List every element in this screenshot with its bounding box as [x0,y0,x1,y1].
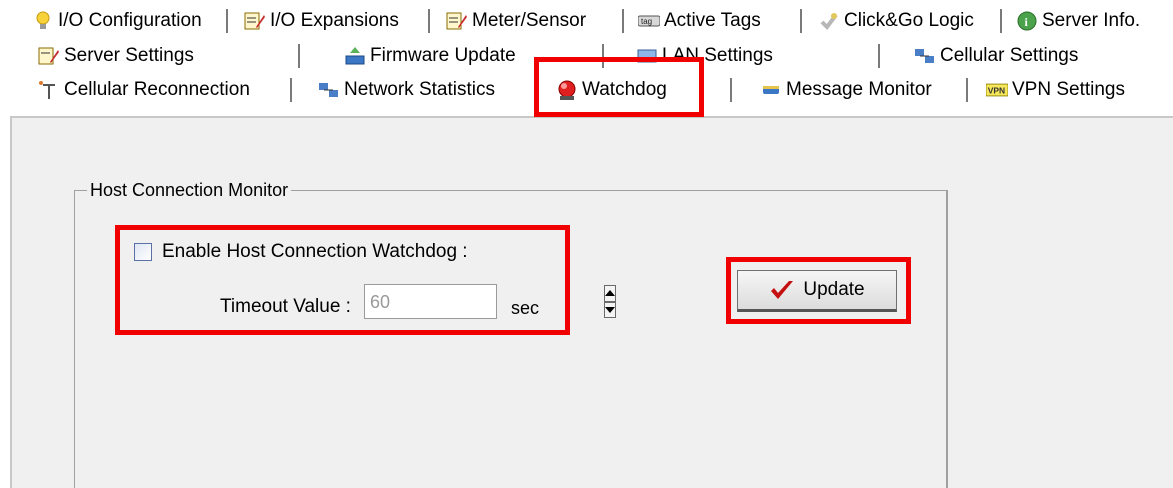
io-edit-icon [244,11,266,31]
tab-server-settings[interactable]: Server Settings [38,39,194,72]
tab-network-statistics[interactable]: Network Statistics [318,73,495,106]
timeout-stepper[interactable] [364,284,616,319]
firmware-icon [344,46,366,66]
tab-row-2: Server Settings Firmware Update LAN Sett… [0,39,1173,72]
tab-label: VPN Settings [1012,78,1125,100]
antenna-icon [38,80,60,100]
tab-label: I/O Configuration [58,9,202,31]
tab-label: Meter/Sensor [472,9,587,31]
tab-click-go-logic[interactable]: Click&Go Logic [818,4,974,37]
tab-separator [226,9,229,33]
update-button-label: Update [803,279,865,300]
tab-label: Firmware Update [370,44,516,66]
timeout-input[interactable] [365,285,604,318]
active-tags-icon: tag [638,11,660,31]
tab-vpn-settings[interactable]: VPN VPN Settings [986,73,1125,106]
svg-text:VPN: VPN [988,85,1005,95]
info-icon: i [1016,11,1038,31]
svg-text:tag: tag [641,17,652,26]
tab-firmware-update[interactable]: Firmware Update [344,39,516,72]
tab-separator [1000,9,1003,33]
lan-icon [636,46,658,66]
tab-separator [298,44,301,68]
lightbulb-icon [32,11,54,31]
cellular-network-icon [914,46,936,66]
timeout-label: Timeout Value : [220,296,351,317]
tab-cellular-settings[interactable]: Cellular Settings [914,39,1078,72]
tab-label: Click&Go Logic [844,9,974,31]
tab-separator [428,9,431,33]
tab-message-monitor[interactable]: Message Monitor [760,73,932,106]
host-connection-monitor-group [74,190,948,488]
message-icon [760,80,782,100]
spin-up-button[interactable] [604,285,616,302]
tab-label: Active Tags [664,9,761,31]
timeout-unit-label: sec [511,298,540,318]
tab-label: Cellular Settings [940,44,1079,66]
red-checkmark-icon [769,279,795,301]
tab-label: LAN Settings [662,44,773,66]
tab-row-1: I/O Configuration I/O Expansions Meter/S… [0,4,1173,37]
meter-edit-icon [446,11,468,31]
tab-row-3: Cellular Reconnection Network Statistics… [0,73,1173,106]
tab-meter-sensor[interactable]: Meter/Sensor [446,4,586,37]
tab-label: Watchdog [582,78,667,100]
spin-down-button[interactable] [604,301,616,318]
tab-io-expansions[interactable]: I/O Expansions [244,4,399,37]
network-icon [318,80,340,100]
click-go-icon [818,11,840,31]
update-button[interactable]: Update [737,270,897,312]
tab-label: Network Statistics [344,78,495,100]
red-siren-icon [556,80,578,100]
group-title: Host Connection Monitor [87,180,292,201]
enable-watchdog-checkbox[interactable] [134,243,152,261]
tab-separator [602,44,605,68]
enable-watchdog-label: Enable Host Connection Watchdog : [162,241,468,262]
tab-label: Cellular Reconnection [64,78,250,100]
tab-cellular-reconnection[interactable]: Cellular Reconnection [38,73,250,106]
timeout-spin-buttons [604,285,616,318]
tab-lan-settings[interactable]: LAN Settings [636,39,773,72]
tab-io-configuration[interactable]: I/O Configuration [32,4,202,37]
tab-separator [878,44,881,68]
vpn-icon: VPN [986,80,1008,100]
tab-separator [622,9,625,33]
tab-separator [966,78,969,102]
server-edit-icon [38,46,60,66]
tab-separator [800,9,803,33]
tab-label: I/O Expansions [270,9,399,31]
tab-separator [290,78,293,102]
tab-active-tags[interactable]: tag Active Tags [638,4,761,37]
triangle-down-icon [605,306,615,313]
tab-watchdog[interactable]: Watchdog [556,73,667,106]
tab-separator [730,78,733,102]
tab-label: Server Info. [1042,9,1141,31]
triangle-up-icon [605,290,615,297]
tab-label: Server Settings [64,44,194,66]
tab-server-info[interactable]: i Server Info. [1016,4,1140,37]
tab-label: Message Monitor [786,78,932,100]
